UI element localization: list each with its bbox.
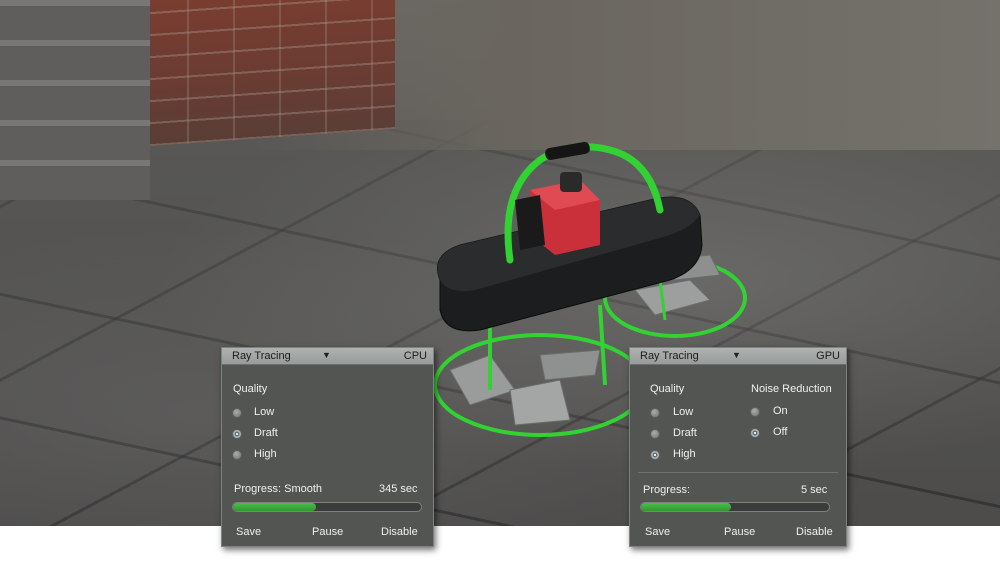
render-settings-panel-cpu: Ray Tracing ▼ CPU Quality Low Draft High… — [221, 347, 434, 547]
device-label: CPU — [403, 350, 427, 362]
quality-draft-label[interactable]: Draft — [254, 427, 278, 439]
noise-on-label[interactable]: On — [773, 405, 788, 417]
quality-low-radio-icon[interactable] — [650, 408, 660, 418]
quality-low-label[interactable]: Low — [673, 406, 693, 418]
progress-time: 345 sec — [379, 483, 418, 495]
quality-high-radio-icon[interactable] — [232, 450, 242, 460]
stone-steps — [0, 0, 150, 200]
progress-label: Progress: — [643, 484, 691, 496]
progress-bar-fill — [233, 503, 316, 511]
quality-low-radio-icon[interactable] — [232, 408, 242, 418]
save-button[interactable]: Save — [236, 526, 261, 538]
progress-time: 5 sec — [801, 484, 828, 496]
noise-on-radio-icon[interactable] — [750, 407, 760, 417]
quality-high-label[interactable]: High — [254, 448, 277, 460]
render-settings-panel-gpu: Ray Tracing ▼ GPU Quality Noise Reductio… — [629, 347, 847, 547]
quality-high-label[interactable]: High — [673, 448, 696, 460]
progress-label: Progress: Smooth — [234, 483, 323, 495]
disable-button[interactable]: Disable — [381, 526, 418, 538]
caret-down-icon[interactable]: ▼ — [732, 350, 741, 360]
quality-draft-radio-icon[interactable] — [232, 429, 242, 439]
quality-low-label[interactable]: Low — [254, 406, 274, 418]
progress-bar — [232, 502, 422, 512]
quality-heading: Quality — [233, 383, 268, 395]
noise-off-label[interactable]: Off — [773, 426, 787, 438]
pause-button[interactable]: Pause — [724, 526, 755, 538]
pause-button[interactable]: Pause — [312, 526, 343, 538]
noise-reduction-heading: Noise Reduction — [751, 383, 832, 395]
render-viewport — [0, 0, 1000, 526]
quality-heading: Quality — [650, 383, 685, 395]
quality-high-radio-icon[interactable] — [650, 450, 660, 460]
render-mode-dropdown[interactable]: Ray Tracing ▼ GPU — [630, 348, 846, 365]
progress-bar — [640, 502, 830, 512]
quality-draft-label[interactable]: Draft — [673, 427, 697, 439]
render-mode-label: Ray Tracing — [232, 350, 291, 362]
divider — [638, 472, 838, 473]
disable-button[interactable]: Disable — [796, 526, 833, 538]
render-mode-label: Ray Tracing — [640, 350, 699, 362]
noise-off-radio-icon[interactable] — [750, 428, 760, 438]
save-button[interactable]: Save — [645, 526, 670, 538]
quality-draft-radio-icon[interactable] — [650, 429, 660, 439]
device-label: GPU — [816, 350, 840, 362]
render-mode-dropdown[interactable]: Ray Tracing ▼ CPU — [222, 348, 433, 365]
caret-down-icon[interactable]: ▼ — [322, 350, 331, 360]
progress-bar-fill — [641, 503, 732, 511]
viewport: Ray Tracing ▼ CPU Quality Low Draft High… — [0, 0, 1000, 563]
